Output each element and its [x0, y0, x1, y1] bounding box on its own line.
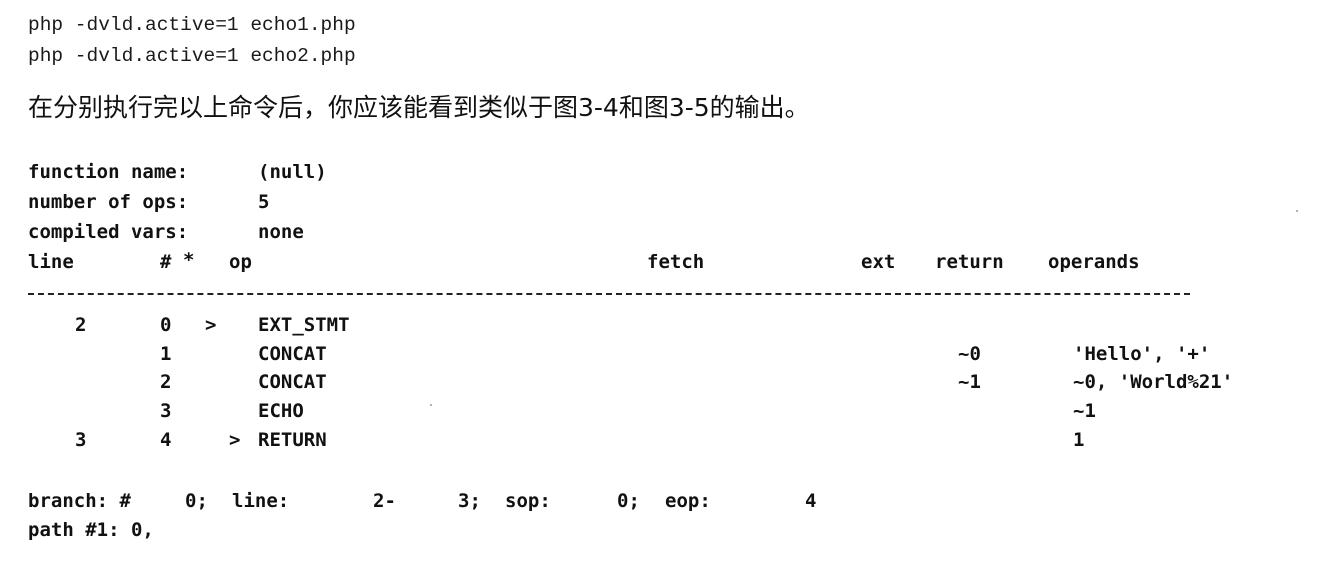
page: { "commands": [ "php -dvld.active=1 echo… — [0, 0, 1324, 570]
row-op: CONCAT — [258, 371, 327, 393]
branch-line-start: 2- — [373, 490, 396, 512]
branch-num: 0; — [185, 490, 208, 512]
path-line: path #1: 0, — [28, 519, 154, 541]
col-ext: ext — [861, 251, 896, 273]
row-flag: > — [205, 314, 217, 336]
num-ops-label: number of ops: — [28, 191, 189, 213]
row-return: ~0 — [958, 343, 981, 365]
row-operands: 1 — [1073, 429, 1085, 451]
row-operands: ~0, 'World%21' — [1073, 371, 1234, 393]
branch-sop-value: 0; — [617, 490, 640, 512]
row-num: 1 — [160, 343, 172, 365]
row-flag: > — [229, 429, 241, 451]
row-op: ECHO — [258, 400, 304, 422]
num-ops-value: 5 — [258, 191, 270, 213]
compiled-vars-value: none — [258, 221, 304, 243]
branch-line-end: 3; — [458, 490, 481, 512]
branch-line-label: line: — [232, 490, 290, 512]
row-line: 2 — [75, 314, 87, 336]
row-num: 4 — [160, 429, 172, 451]
col-operands: operands — [1048, 251, 1140, 273]
col-return: return — [935, 251, 1004, 273]
row-num: 2 — [160, 371, 172, 393]
branch-eop-label: eop: — [665, 490, 711, 512]
scan-speck — [430, 404, 432, 406]
body-paragraph: 在分别执行完以上命令后，你应该能看到类似于图3-4和图3-5的输出。 — [28, 93, 810, 122]
col-num: # — [160, 251, 172, 273]
dashed-separator — [28, 293, 1190, 295]
branch-label: branch: # — [28, 490, 131, 512]
row-operands: 'Hello', '+' — [1073, 343, 1211, 365]
row-op: RETURN — [258, 429, 327, 451]
row-num: 3 — [160, 400, 172, 422]
compiled-vars-label: compiled vars: — [28, 221, 189, 243]
command-line-2: php -dvld.active=1 echo2.php — [28, 45, 356, 67]
function-name-value: (null) — [258, 161, 327, 183]
branch-sop-label: sop: — [505, 490, 551, 512]
row-line: 3 — [75, 429, 87, 451]
function-name-label: function name: — [28, 161, 189, 183]
col-op: op — [229, 251, 252, 273]
command-line-1: php -dvld.active=1 echo1.php — [28, 14, 356, 36]
branch-eop-value: 4 — [805, 490, 817, 512]
col-star: * — [183, 249, 195, 271]
col-line: line — [28, 251, 74, 273]
row-return: ~1 — [958, 371, 981, 393]
row-op: CONCAT — [258, 343, 327, 365]
col-fetch: fetch — [647, 251, 705, 273]
row-operands: ~1 — [1073, 400, 1096, 422]
scan-speck — [1296, 210, 1298, 212]
row-op: EXT_STMT — [258, 314, 350, 336]
row-num: 0 — [160, 314, 172, 336]
